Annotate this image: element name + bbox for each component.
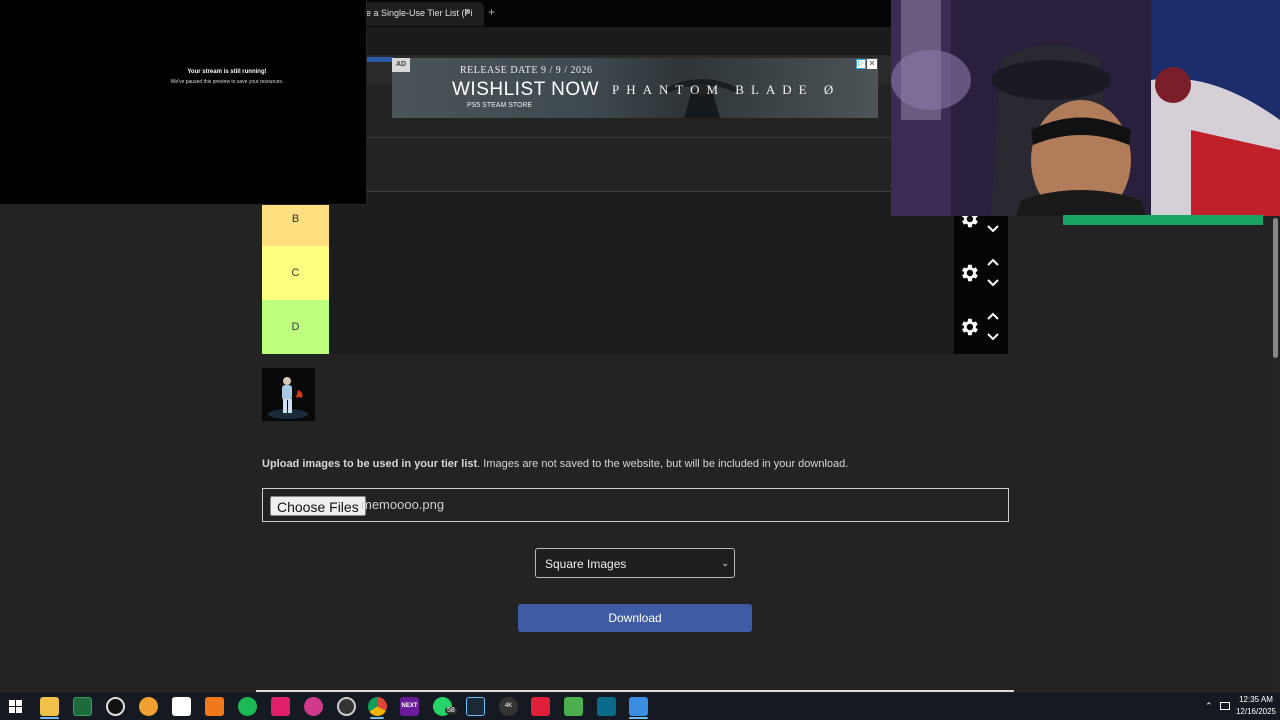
- clock-date: 12/16/2025: [1235, 707, 1277, 716]
- clock[interactable]: 12:35 AM 12/16/2025: [1234, 694, 1278, 718]
- ad-game-title: PHANTOM BLADE Ø: [612, 82, 841, 97]
- app-cyan-icon[interactable]: [597, 697, 616, 716]
- scrollbar-thumb[interactable]: [1273, 218, 1278, 358]
- tier-controls-c: [954, 246, 1008, 300]
- app-orange-icon[interactable]: [205, 697, 224, 716]
- download-button[interactable]: Download: [518, 604, 752, 632]
- discord-icon[interactable]: [139, 697, 158, 716]
- ad-headline: WISHLIST NOW: [452, 79, 600, 100]
- chevron-up-icon[interactable]: [986, 257, 1000, 267]
- ad-release-date: RELEASE DATE 9 / 9 / 2026: [460, 65, 593, 76]
- tier-items-b[interactable]: [329, 192, 954, 246]
- file-explorer-icon[interactable]: [40, 697, 59, 716]
- obs-icon[interactable]: [106, 697, 125, 716]
- active-indicator: [40, 717, 59, 719]
- tab-title: e a Single-Use Tier List (Pi: [366, 8, 473, 18]
- terminal-icon[interactable]: [73, 697, 92, 716]
- preview-title: Your stream is still running!: [187, 69, 267, 75]
- minecraft-icon[interactable]: [564, 697, 583, 716]
- tier-row-c: C: [262, 246, 1008, 300]
- webcam-status-bar: [1063, 215, 1263, 225]
- 4k-icon[interactable]: 4K: [499, 697, 518, 716]
- tray-chevron-icon[interactable]: ⌃: [1205, 701, 1213, 712]
- preview-subtitle: We've paused this preview to save your r…: [170, 79, 284, 85]
- chevron-down-icon: ⌄: [721, 558, 729, 568]
- paint-icon[interactable]: [629, 697, 648, 716]
- file-input[interactable]: Choose Files memoooo.png: [262, 488, 1009, 522]
- whatsapp-badge: 58: [445, 707, 457, 714]
- image-shape-select[interactable]: Square Images ⌄: [535, 548, 735, 578]
- new-tab-icon[interactable]: +: [488, 5, 495, 19]
- stream-preview-overlay: Your stream is still running! We've paus…: [0, 0, 367, 205]
- gear-icon[interactable]: [958, 262, 980, 284]
- webcam-scene: [891, 0, 1280, 216]
- active-indicator: [370, 717, 384, 719]
- choose-files-button[interactable]: Choose Files: [270, 496, 366, 516]
- header-accent: [367, 57, 393, 62]
- chevron-up-icon[interactable]: [986, 311, 1000, 321]
- app-red-icon[interactable]: [531, 697, 550, 716]
- thumbnail-figure: [268, 377, 308, 419]
- selected-file-name: memoooo.png: [361, 497, 445, 512]
- page-bottom-divider: [256, 690, 1014, 692]
- tiktok-icon[interactable]: [271, 697, 290, 716]
- tier-items-c[interactable]: [329, 246, 954, 300]
- chevron-down-icon[interactable]: [986, 278, 1000, 288]
- screen: e a Single-Use Tier List (Pi × + AD RELE…: [0, 0, 1280, 720]
- select-value: Square Images: [545, 557, 627, 571]
- webcam-overlay: [891, 0, 1280, 216]
- taskbar: NEXT 58 4K ⌃ 12:35 AM 12/16/2025: [0, 693, 1280, 720]
- active-indicator: [629, 717, 648, 719]
- upload-instructions-rest: . Images are not saved to the website, b…: [477, 458, 849, 470]
- upload-instructions: Upload images to be used in your tier li…: [262, 458, 848, 470]
- tier-label-c[interactable]: C: [262, 246, 329, 300]
- tier-controls-d: [954, 300, 1008, 354]
- gear-icon[interactable]: [958, 316, 980, 338]
- capcut-icon[interactable]: [172, 697, 191, 716]
- windows-start-icon[interactable]: [9, 700, 22, 713]
- chevron-down-icon[interactable]: [986, 332, 1000, 342]
- upload-instructions-bold: Upload images to be used in your tier li…: [262, 458, 478, 470]
- chrome-canary-icon[interactable]: [304, 697, 323, 716]
- tier-label-d[interactable]: D: [262, 300, 329, 354]
- ad-banner[interactable]: AD RELEASE DATE 9 / 9 / 2026 WISHLIST NO…: [392, 58, 878, 118]
- tab-close-icon[interactable]: ×: [464, 6, 470, 18]
- spotify-icon[interactable]: [238, 697, 257, 716]
- network-icon[interactable]: [1220, 702, 1230, 710]
- ad-platforms: PS5 STEAM STORE: [467, 102, 533, 109]
- ad-info-icon[interactable]: ▷: [856, 59, 866, 69]
- clock-time: 12:35 AM: [1239, 695, 1273, 704]
- app-outline-icon[interactable]: [337, 697, 356, 716]
- ad-close-icon[interactable]: ✕: [867, 59, 877, 69]
- next-icon[interactable]: NEXT: [400, 697, 419, 716]
- chrome-icon[interactable]: [368, 697, 387, 716]
- tier-row-d: D: [262, 300, 1008, 354]
- chevron-down-icon[interactable]: [986, 224, 1000, 234]
- tier-items-d[interactable]: [329, 300, 954, 354]
- steam-icon[interactable]: [466, 697, 485, 716]
- scrollbar[interactable]: [1270, 216, 1280, 692]
- uploaded-image-thumbnail[interactable]: [262, 368, 315, 421]
